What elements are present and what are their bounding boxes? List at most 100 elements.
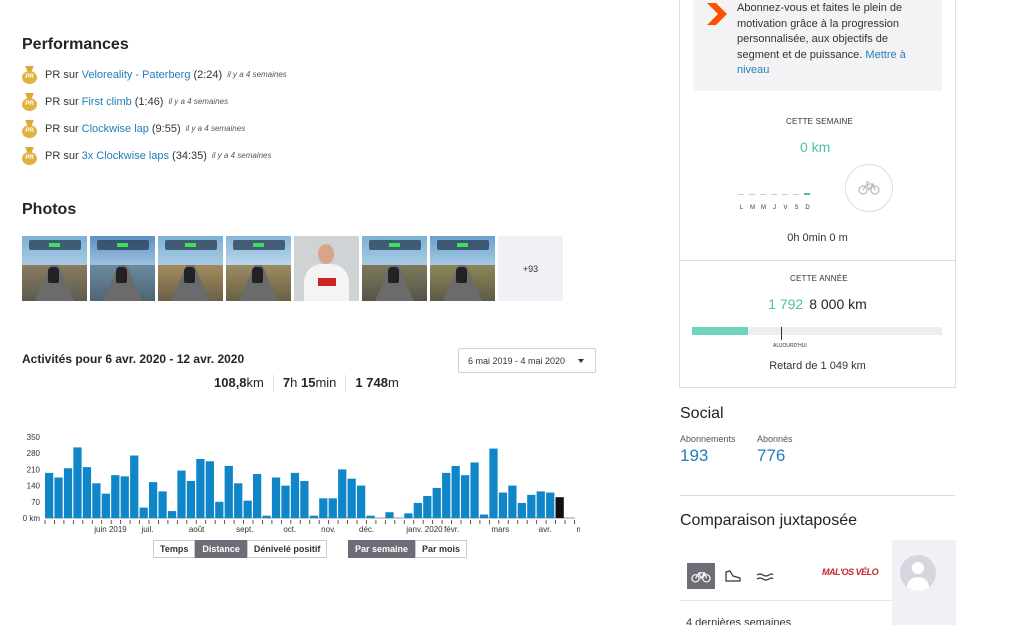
segment-link[interactable]: 3x Clockwise laps — [82, 150, 169, 162]
photo-thumbnail[interactable] — [294, 236, 359, 301]
toggle-weekly[interactable]: Par semaine — [348, 540, 416, 558]
y-tick-label: 70 — [31, 498, 40, 507]
stat-elevation: 1 748m — [355, 375, 399, 390]
photo-thumbnail[interactable] — [226, 236, 291, 301]
x-tick-label: févr. — [444, 525, 459, 534]
photo-thumbnail[interactable] — [362, 236, 427, 301]
pr-row: PR PR sur First climb (1:46) il y a 4 se… — [22, 88, 287, 115]
segment-link[interactable]: Clockwise lap — [82, 123, 149, 135]
chart-bar[interactable] — [82, 467, 92, 518]
chart-bar[interactable] — [177, 470, 186, 518]
chart-bar[interactable] — [92, 483, 101, 518]
chart-bar[interactable] — [423, 496, 432, 518]
toggle-monthly[interactable]: Par mois — [415, 540, 468, 558]
segment-link[interactable]: Veloreality - Paterberg — [82, 69, 191, 81]
photo-thumbnail[interactable] — [158, 236, 223, 301]
metric-toggle-group: Temps Distance Dénivelé positif — [153, 540, 328, 558]
chart-bar[interactable] — [186, 480, 196, 518]
chart-bar[interactable] — [290, 472, 300, 518]
chart-bar[interactable] — [489, 448, 498, 518]
period-toggle-group: Par semaine Par mois — [348, 540, 468, 558]
toggle-elevation[interactable]: Dénivelé positif — [246, 540, 328, 558]
this-week-label: CETTE SEMAINE — [786, 117, 854, 126]
chart-bar[interactable] — [404, 513, 413, 518]
chart-bar[interactable] — [139, 507, 148, 518]
pr-time: (1:46) — [134, 95, 164, 108]
chart-bar[interactable] — [243, 500, 252, 518]
chart-bar[interactable] — [281, 485, 290, 518]
toggle-distance[interactable]: Distance — [195, 540, 247, 558]
chart-bar[interactable] — [73, 447, 82, 518]
upgrade-banner: Abonnez-vous et faites le plein de motiv… — [693, 0, 942, 91]
chart-bar[interactable] — [357, 485, 366, 518]
pr-list: PR PR sur Veloreality - Paterberg (2:24)… — [22, 61, 287, 169]
chart-bar[interactable] — [517, 502, 526, 518]
chart-bar[interactable] — [234, 483, 243, 518]
chart-bar[interactable] — [338, 469, 347, 518]
social-title: Social — [680, 405, 724, 422]
chart-bar[interactable] — [366, 515, 375, 518]
chart-bar[interactable] — [224, 465, 233, 518]
swim-icon[interactable] — [751, 563, 779, 589]
club-logo[interactable]: MAL'OS VÉLO — [822, 567, 879, 577]
following-stat[interactable]: Abonnements 193 — [680, 434, 736, 466]
this-year-values: 1 792 8 000 km — [680, 296, 955, 312]
chart-bar[interactable] — [470, 462, 479, 518]
chart-bar[interactable] — [527, 494, 536, 518]
more-photos-button[interactable]: +93 — [498, 236, 563, 301]
x-tick-label: oct. — [283, 525, 296, 534]
pr-time: (2:24) — [193, 68, 223, 81]
chart-bar[interactable] — [319, 498, 328, 518]
stat-distance: 108,8km — [205, 375, 274, 392]
chart-bar[interactable] — [347, 478, 356, 518]
chart-bar[interactable] — [385, 512, 394, 518]
toggle-time[interactable]: Temps — [153, 540, 196, 558]
chart-bar[interactable] — [546, 492, 555, 518]
chart-bar[interactable] — [271, 477, 281, 519]
run-shoe-icon[interactable] — [719, 563, 747, 589]
date-range-select[interactable]: 6 mai 2019 - 4 mai 2020 — [458, 348, 596, 373]
segment-link[interactable]: First climb — [82, 96, 132, 108]
photo-thumbnail[interactable] — [22, 236, 87, 301]
chart-bar[interactable] — [253, 474, 262, 518]
chart-bar[interactable] — [196, 458, 205, 518]
chart-bar[interactable] — [262, 515, 271, 518]
date-range-value: 6 mai 2019 - 4 mai 2020 — [468, 355, 566, 366]
chart-bar[interactable] — [498, 492, 508, 518]
chart-bar[interactable] — [413, 502, 422, 518]
chart-bar[interactable] — [149, 482, 158, 518]
chart-bar[interactable] — [45, 472, 54, 518]
followers-stat[interactable]: Abonnés 776 — [757, 434, 793, 466]
chart-bar[interactable] — [309, 515, 318, 518]
divider — [680, 600, 892, 601]
chart-bar[interactable] — [120, 476, 129, 518]
chart-bar[interactable] — [158, 491, 167, 518]
stat-time: 7h 15min — [274, 375, 347, 392]
chart-bar[interactable] — [111, 475, 120, 518]
chart-bar[interactable] — [479, 514, 489, 518]
chart-bar[interactable] — [63, 468, 73, 518]
chart-bar[interactable] — [555, 497, 564, 518]
chart-bar[interactable] — [215, 501, 224, 518]
pr-ago: il y a 4 semaines — [185, 124, 246, 133]
chart-bar[interactable] — [432, 487, 441, 518]
chart-bar[interactable] — [167, 511, 177, 518]
x-tick-label: janv. 2020 — [405, 525, 443, 534]
chart-bar[interactable] — [328, 498, 337, 518]
pr-ago: il y a 4 semaines — [227, 70, 287, 79]
chart-bar[interactable] — [54, 477, 63, 519]
chart-bar[interactable] — [461, 475, 470, 518]
chart-bar[interactable] — [300, 480, 309, 518]
chart-bar[interactable] — [508, 485, 517, 518]
chart-bar[interactable] — [442, 472, 451, 518]
photo-thumbnail[interactable] — [430, 236, 495, 301]
pr-time: (34:35) — [172, 149, 207, 162]
avatar-placeholder-icon[interactable] — [900, 555, 936, 591]
chart-bar[interactable] — [130, 455, 139, 518]
chart-bar[interactable] — [101, 493, 110, 518]
photo-thumbnail[interactable] — [90, 236, 155, 301]
chart-bar[interactable] — [205, 461, 214, 518]
bike-filter-icon[interactable] — [687, 563, 715, 589]
chart-bar[interactable] — [536, 491, 545, 518]
chart-bar[interactable] — [451, 465, 460, 518]
